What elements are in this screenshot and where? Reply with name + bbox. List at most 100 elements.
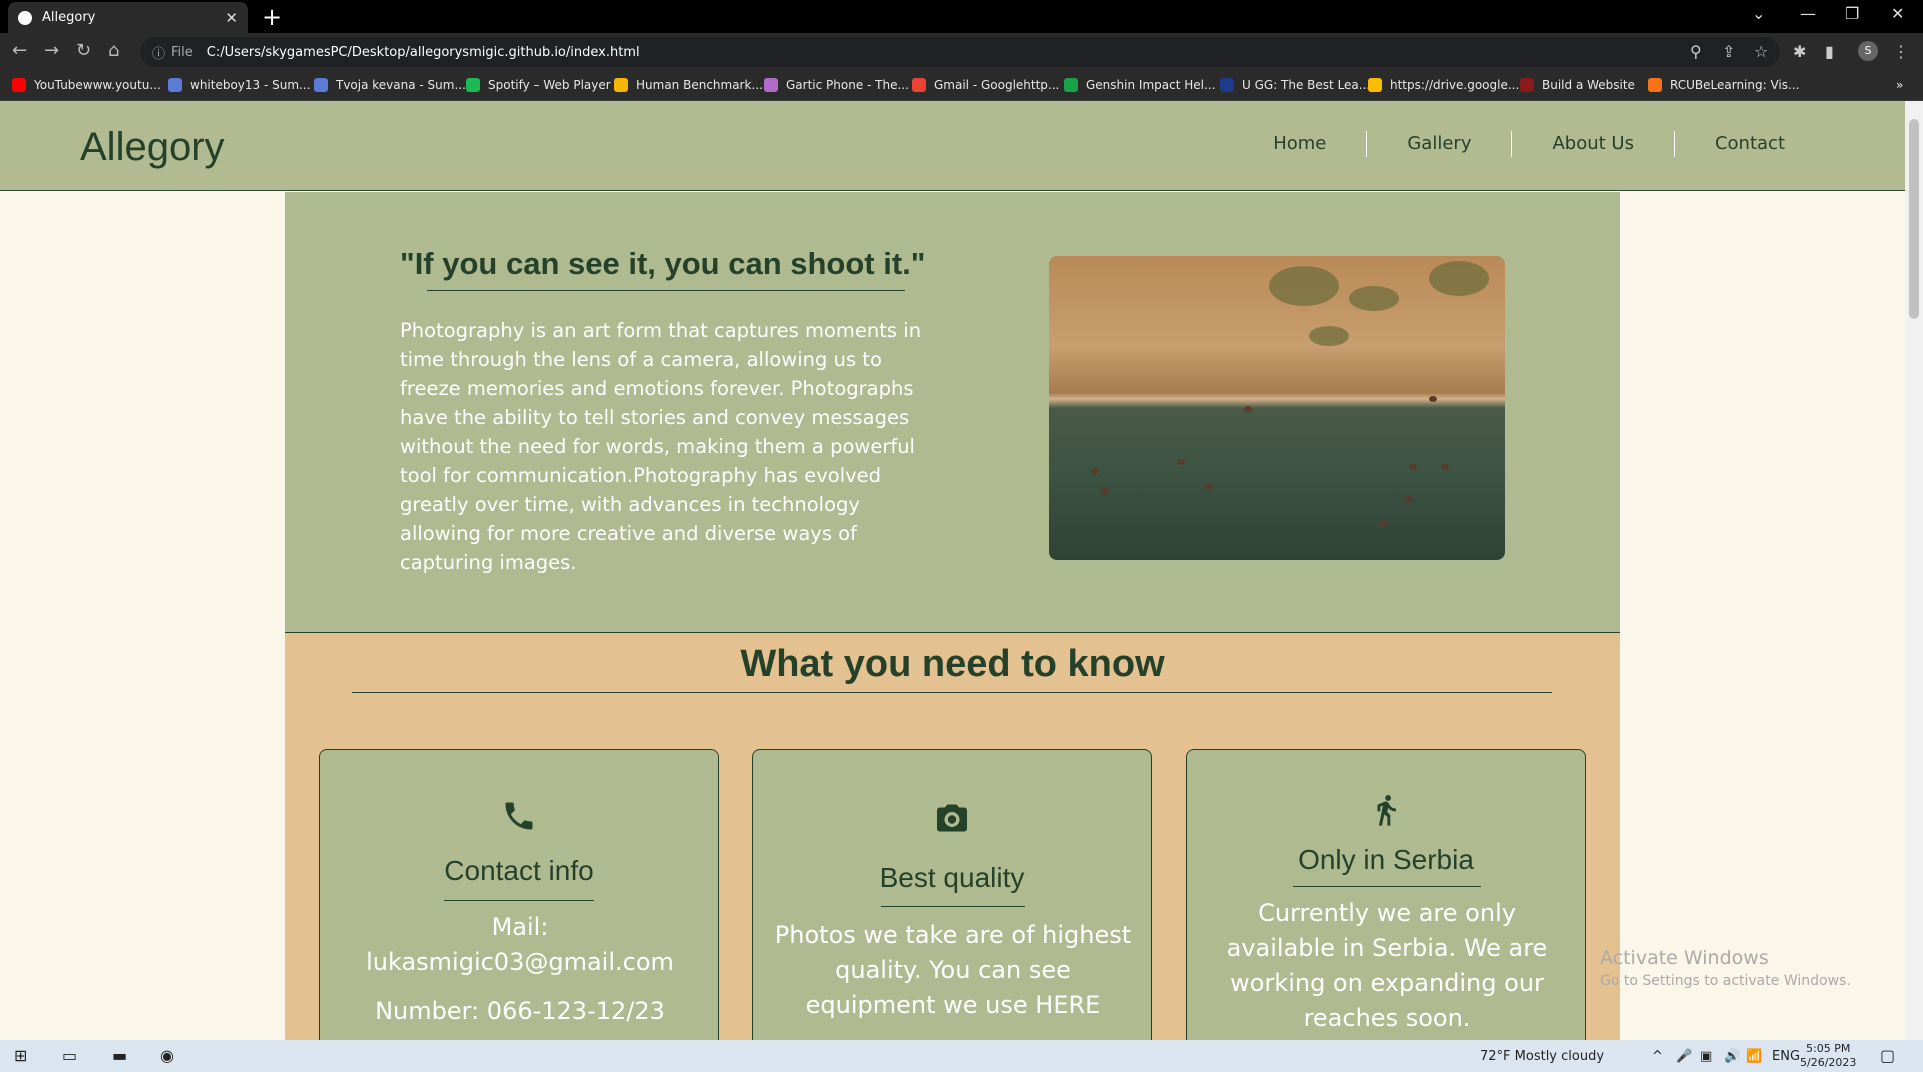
- beach-photo: [1049, 256, 1505, 560]
- language-indicator[interactable]: ENG: [1772, 1049, 1800, 1064]
- notifications-icon[interactable]: ▢: [1880, 1046, 1895, 1065]
- quality-text: Photos we take are of highest quality. Y…: [774, 921, 1132, 1019]
- chrome-taskbar-icon[interactable]: ◉: [160, 1046, 174, 1065]
- quote-underline: [427, 290, 905, 291]
- tab-title: Allegory: [42, 10, 96, 25]
- bookmark-item[interactable]: whiteboy13 - Sum...: [168, 78, 311, 92]
- page-scrollbar[interactable]: [1905, 101, 1923, 1040]
- volume-icon[interactable]: 🔊: [1724, 1049, 1740, 1064]
- bookmark-label: RCUBeLearning: Vis...: [1670, 78, 1800, 92]
- nav-about-us[interactable]: About Us: [1511, 131, 1674, 157]
- bookmark-favicon-icon: [764, 78, 778, 92]
- file-label: File: [171, 44, 193, 60]
- bookmark-star-icon[interactable]: ☆: [1754, 42, 1768, 61]
- share-icon[interactable]: ⇪: [1722, 42, 1735, 61]
- chrome-favicon-icon: [18, 10, 32, 25]
- bookmark-favicon-icon: [1520, 78, 1534, 92]
- bookmark-label: Gartic Phone - The...: [786, 78, 909, 92]
- site-logo[interactable]: Allegory: [80, 125, 225, 170]
- nav-gallery[interactable]: Gallery: [1366, 131, 1511, 157]
- bookmark-item[interactable]: YouTubewww.youtu...: [12, 78, 161, 92]
- bookmark-item[interactable]: RCUBeLearning: Vis...: [1648, 78, 1799, 92]
- hero-text: Photography is an art form that captures…: [400, 319, 922, 574]
- system-clock[interactable]: 5:05 PM 5/26/2023: [1800, 1042, 1856, 1070]
- more-bookmarks-icon[interactable]: »: [1896, 78, 1903, 92]
- page-viewport: Allegory Home Gallery About Us Contact "…: [0, 101, 1905, 1040]
- file-explorer-icon[interactable]: ▬: [112, 1046, 127, 1065]
- windows-start-icon[interactable]: ⊞: [14, 1046, 27, 1065]
- activate-windows-watermark: Activate Windows Go to Settings to activ…: [1600, 947, 1851, 989]
- bookmark-item[interactable]: Tvoja kevana - Sum...: [314, 78, 466, 92]
- site-header: Allegory Home Gallery About Us Contact: [0, 101, 1905, 191]
- clock-date: 5/26/2023: [1800, 1056, 1857, 1069]
- bookmark-label: https://drive.google...: [1390, 78, 1520, 92]
- bookmark-item[interactable]: Gmail - Googlehttp...: [912, 78, 1059, 92]
- close-tab-icon[interactable]: ✕: [225, 9, 238, 27]
- contact-mail: Mail: lukasmigic03@gmail.com: [366, 913, 674, 976]
- network-icon[interactable]: ▣: [1700, 1049, 1712, 1064]
- serbia-text: Currently we are only available in Serbi…: [1226, 899, 1548, 1032]
- serbia-card-underline: [1293, 886, 1481, 887]
- know-underline: [352, 692, 1552, 693]
- minimize-icon[interactable]: —: [1800, 4, 1816, 23]
- bookmark-favicon-icon: [614, 78, 628, 92]
- bookmark-item[interactable]: Genshin Impact Hel...: [1064, 78, 1215, 92]
- bookmark-label: Genshin Impact Hel...: [1086, 78, 1216, 92]
- bookmark-item[interactable]: U GG: The Best Lea...: [1220, 78, 1370, 92]
- activate-subtitle: Go to Settings to activate Windows.: [1600, 973, 1851, 989]
- contact-card: Contact info Mail: lukasmigic03@gmail.co…: [319, 749, 719, 1040]
- quality-card: Best quality Photos we take are of highe…: [752, 749, 1152, 1040]
- contact-card-underline: [444, 900, 594, 901]
- browser-tab[interactable]: Allegory ✕: [8, 2, 248, 33]
- windows-taskbar: ⊞ ▭ ▬ ◉ 72°F Mostly cloudy ^ 🎤 ▣ 🔊 📶 ENG…: [0, 1040, 1923, 1072]
- extensions-icon[interactable]: ✱: [1793, 42, 1806, 61]
- side-panel-icon[interactable]: ▮: [1825, 42, 1834, 61]
- hero-quote: "If you can see it, you can shoot it.": [400, 246, 926, 281]
- bookmark-label: U GG: The Best Lea...: [1242, 78, 1371, 92]
- bookmark-favicon-icon: [1368, 78, 1382, 92]
- bookmark-favicon-icon: [314, 78, 328, 92]
- know-title: What you need to know: [740, 643, 1165, 685]
- wifi-icon[interactable]: 📶: [1746, 1049, 1762, 1064]
- site-info-icon[interactable]: ⓘ: [152, 43, 165, 62]
- close-window-icon[interactable]: ✕: [1891, 4, 1904, 23]
- reload-icon[interactable]: ↻: [76, 41, 91, 61]
- nav-home[interactable]: Home: [1233, 131, 1366, 157]
- browser-toolbar: ← → ↻ ⌂ ⓘ File C:/Users/skygamesPC/Deskt…: [0, 33, 1923, 71]
- home-icon[interactable]: ⌂: [108, 41, 119, 61]
- bookmark-item[interactable]: Gartic Phone - The...: [764, 78, 909, 92]
- bookmark-favicon-icon: [1648, 78, 1662, 92]
- profile-avatar[interactable]: S: [1858, 41, 1878, 61]
- tab-search-icon[interactable]: ⌄: [1752, 4, 1765, 23]
- bookmarks-bar: YouTubewww.youtu... whiteboy13 - Sum... Tv…: [0, 71, 1923, 101]
- bookmark-item[interactable]: Human Benchmark...: [614, 78, 763, 92]
- bookmark-favicon-icon: [12, 78, 26, 92]
- bookmark-label: Human Benchmark...: [636, 78, 763, 92]
- nav-contact[interactable]: Contact: [1673, 131, 1825, 157]
- phone-icon: [320, 798, 718, 834]
- task-view-icon[interactable]: ▭: [62, 1046, 77, 1065]
- running-person-icon: [1187, 790, 1585, 830]
- address-bar[interactable]: ⓘ File C:/Users/skygamesPC/Desktop/alleg…: [140, 37, 1780, 67]
- bookmark-label: Spotify – Web Player: [488, 78, 611, 92]
- bookmark-favicon-icon: [912, 78, 926, 92]
- tray-chevron-icon[interactable]: ^: [1652, 1049, 1663, 1064]
- url-text[interactable]: C:/Users/skygamesPC/Desktop/allegorysmig…: [207, 45, 640, 60]
- new-tab-icon[interactable]: +: [262, 3, 282, 31]
- weather-widget[interactable]: 72°F Mostly cloudy: [1480, 1049, 1604, 1064]
- forward-icon[interactable]: →: [44, 41, 59, 61]
- bookmark-item[interactable]: Spotify – Web Player: [466, 78, 611, 92]
- know-section: What you need to know Contact info Mail:…: [285, 633, 1620, 1040]
- scrollbar-thumb[interactable]: [1909, 119, 1919, 319]
- zoom-icon[interactable]: ⚲: [1690, 42, 1702, 61]
- back-icon[interactable]: ←: [12, 41, 27, 61]
- bookmark-favicon-icon: [1220, 78, 1234, 92]
- restore-icon[interactable]: ❐: [1845, 4, 1859, 23]
- contact-card-title: Contact info: [444, 855, 594, 886]
- bookmark-label: whiteboy13 - Sum...: [190, 78, 311, 92]
- mic-icon[interactable]: 🎤: [1676, 1049, 1692, 1064]
- bookmark-item[interactable]: https://drive.google...: [1368, 78, 1519, 92]
- bookmark-label: Gmail - Googlehttp...: [934, 78, 1060, 92]
- menu-kebab-icon[interactable]: ⋮: [1893, 42, 1909, 61]
- bookmark-item[interactable]: Build a Website: [1520, 78, 1635, 92]
